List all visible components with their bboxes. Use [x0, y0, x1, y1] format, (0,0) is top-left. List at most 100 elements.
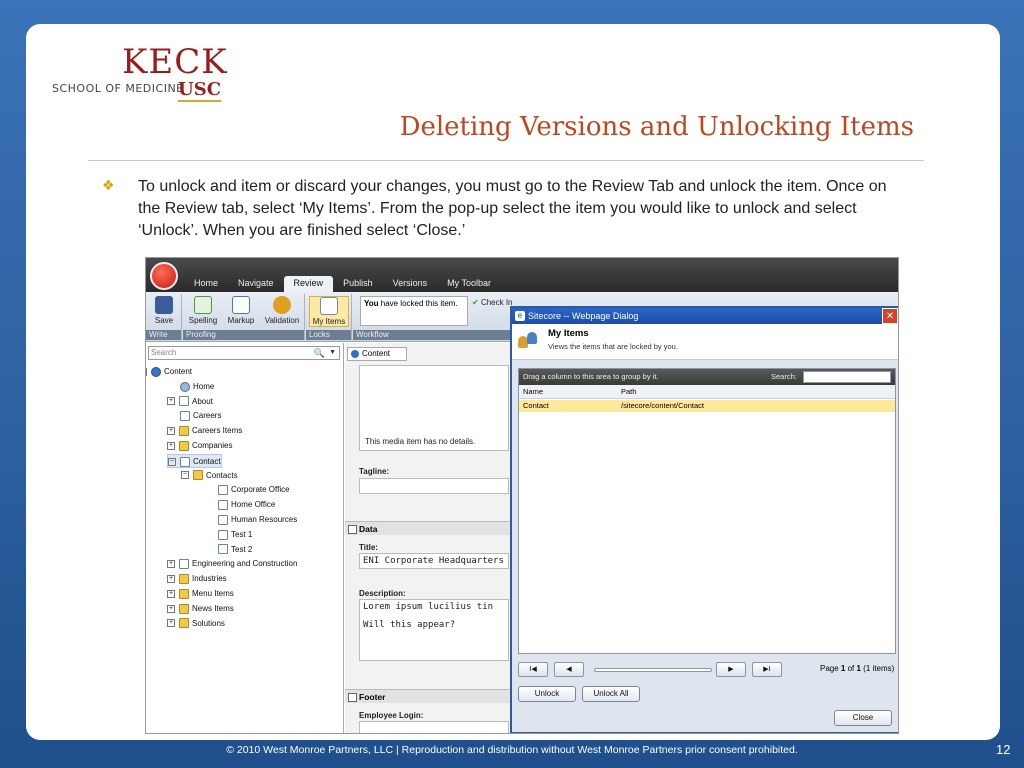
sitecore-screenshot: Home Navigate Review Publish Versions My… [145, 257, 899, 734]
media-note: This media item has no details. [365, 437, 476, 446]
group-by-area[interactable]: Drag a column to this area to group by i… [519, 369, 895, 385]
next-page-button[interactable]: ▶ [716, 662, 746, 677]
doc-icon [218, 485, 228, 496]
tree-node[interactable]: + Careers Items [167, 424, 242, 438]
spelling-button[interactable]: Spelling [185, 296, 221, 325]
tree-node-label: Human Resources [231, 515, 298, 524]
collapse-icon[interactable]: − [181, 471, 189, 480]
check-in-button[interactable]: ✔ Check In [472, 298, 513, 307]
grid-header: Name Path [519, 385, 895, 399]
page-indicator: Page 1 of 1 (1 items) [820, 664, 894, 673]
tree-node[interactable]: − Content [146, 365, 192, 379]
tree-node[interactable]: + Companies [167, 439, 232, 453]
expand-icon[interactable]: + [167, 441, 175, 450]
chevron-down-icon[interactable]: ▼ [329, 347, 336, 359]
doc-icon [218, 514, 228, 525]
tab-publish[interactable]: Publish [333, 276, 383, 292]
tab-content[interactable]: Content [347, 347, 407, 361]
tree-node-label: Home [193, 381, 215, 391]
tab-navigate[interactable]: Navigate [228, 276, 284, 292]
tree-node[interactable]: + Solutions [167, 617, 225, 631]
markup-icon [232, 296, 250, 314]
tree-node[interactable]: − Contact [167, 453, 222, 468]
collapse-icon[interactable]: − [168, 457, 176, 466]
footer-section-header[interactable]: Footer [345, 689, 510, 703]
page-prefix: Page [820, 664, 841, 673]
locked-items-grid: Drag a column to this area to group by i… [518, 368, 896, 654]
first-page-button[interactable]: I◀ [518, 662, 548, 677]
close-icon[interactable]: ✕ [882, 308, 898, 324]
lock-notice-bold: You [364, 299, 379, 308]
unlock-all-button[interactable]: Unlock All [582, 686, 640, 702]
group-by-hint: Drag a column to this area to group by i… [523, 372, 659, 381]
tree-node-label: Contact [193, 456, 221, 466]
title-field[interactable]: ENI Corporate Headquarters [359, 553, 509, 569]
expand-icon[interactable]: + [167, 575, 175, 584]
tree-node[interactable]: Test 1 [218, 528, 252, 542]
expand-icon[interactable]: + [167, 427, 175, 436]
doc-icon [179, 559, 189, 570]
tree-search-input[interactable]: Search 🔍 ▼ [148, 346, 340, 360]
logo-school-of-medicine: SCHOOL OF MEDICINE [52, 82, 184, 95]
table-row[interactable]: Contact /sitecore/content/Contact [519, 400, 895, 412]
users-icon [518, 332, 540, 352]
description-field[interactable]: Lorem ipsum lucilius tin Will this appea… [359, 599, 509, 661]
tab-my-toolbar[interactable]: My Toolbar [437, 276, 501, 292]
expand-icon[interactable]: + [167, 397, 175, 406]
employee-login-field[interactable] [359, 721, 509, 733]
my-items-button[interactable]: My Items [309, 296, 349, 327]
tree-node-label: Careers Items [192, 426, 243, 436]
tree-node[interactable]: Home [180, 380, 214, 394]
bullet-icon: ❖ [102, 178, 115, 194]
doc-icon [179, 396, 189, 407]
save-icon [155, 296, 173, 314]
tree-node[interactable]: + Industries [167, 572, 227, 586]
description-line-2: Will this appear? [363, 620, 456, 630]
search-icon[interactable]: 🔍 [314, 347, 325, 359]
column-name[interactable]: Name [523, 385, 543, 399]
tree-node[interactable]: + Menu Items [167, 587, 234, 601]
folder-icon [179, 588, 189, 599]
folder-icon [193, 470, 203, 481]
expand-icon[interactable]: + [167, 619, 175, 628]
expand-icon[interactable]: + [167, 560, 175, 569]
data-section-header[interactable]: Data [345, 521, 510, 535]
tab-versions[interactable]: Versions [383, 276, 438, 292]
tagline-field[interactable] [359, 478, 509, 494]
tree-node[interactable]: + Engineering and Construction [167, 557, 297, 571]
doc-icon [180, 411, 190, 422]
page-slider[interactable] [594, 668, 712, 672]
tree-node[interactable]: − Contacts [181, 469, 238, 483]
markup-button[interactable]: Markup [223, 296, 259, 325]
tree-node[interactable]: Human Resources [218, 513, 297, 527]
expand-icon[interactable]: + [167, 604, 175, 613]
folder-icon [179, 603, 189, 614]
dialog-title: Sitecore -- Webpage Dialog [528, 311, 639, 321]
tab-home[interactable]: Home [184, 276, 228, 292]
save-button[interactable]: Save [146, 296, 182, 325]
tree-node[interactable]: + News Items [167, 602, 234, 616]
tree-node[interactable]: Test 2 [218, 543, 252, 557]
tree-node[interactable]: Corporate Office [218, 483, 290, 497]
tree-node-label: Menu Items [192, 589, 234, 598]
grid-search-input[interactable] [803, 371, 891, 383]
close-button[interactable]: Close [834, 710, 892, 726]
collapse-icon[interactable]: − [146, 367, 147, 376]
folder-icon [179, 426, 189, 437]
title-divider [88, 160, 924, 161]
sitecore-logo-icon[interactable] [150, 262, 178, 290]
last-page-button[interactable]: ▶I [752, 662, 782, 677]
expand-icon[interactable]: + [167, 589, 175, 598]
tree-node[interactable]: Careers [180, 409, 221, 423]
content-tree-pane: Search 🔍 ▼ − ContentHome + About Careers + Car… [146, 343, 344, 733]
description-label: Description: [359, 589, 406, 598]
column-path[interactable]: Path [621, 385, 636, 399]
prev-page-button[interactable]: ◀ [554, 662, 584, 677]
validation-button[interactable]: Validation [261, 296, 303, 325]
tree-node[interactable]: Home Office [218, 498, 275, 512]
tab-review[interactable]: Review [283, 276, 334, 292]
tree-node-label: Engineering and Construction [192, 559, 298, 569]
tree-node[interactable]: + About [167, 395, 213, 409]
unlock-button[interactable]: Unlock [518, 686, 576, 702]
grid-search-label: Search: [771, 372, 797, 381]
